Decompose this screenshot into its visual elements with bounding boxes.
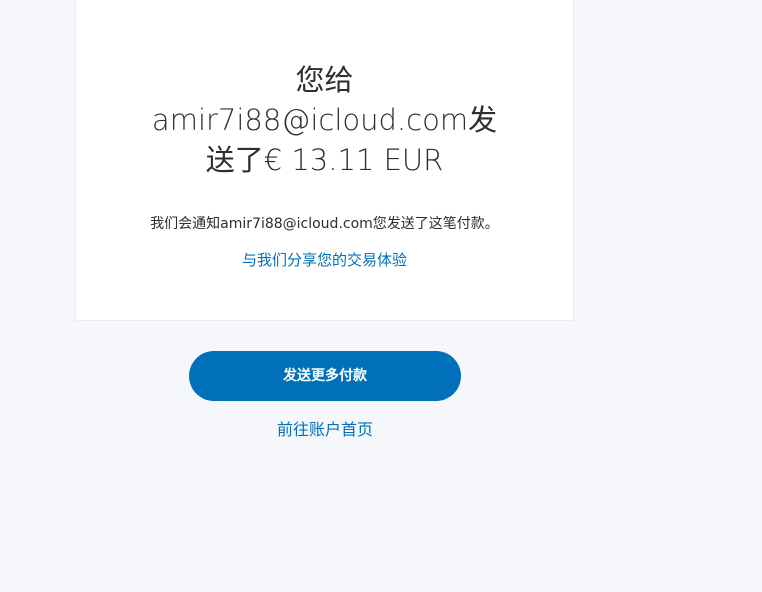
send-more-payments-button[interactable]: 发送更多付款 [189,351,461,401]
confirmation-headline: 您给 amir7i88@icloud.com发 送了€ 13.11 EUR [76,60,573,180]
headline-line-1: 您给 [295,63,354,97]
share-experience-link[interactable]: 与我们分享您的交易体验 [76,250,573,270]
go-to-account-home-link[interactable]: 前往账户首页 [189,419,461,441]
notification-text: 我们会通知amir7i88@icloud.com您发送了这笔付款。 [150,216,499,232]
headline-line-2: amir7i88@icloud.com发 [151,103,498,137]
headline-line-3: 送了€ 13.11 EUR [205,143,444,177]
payment-confirmation-card: 您给 amir7i88@icloud.com发 送了€ 13.11 EUR 我们… [75,0,574,321]
